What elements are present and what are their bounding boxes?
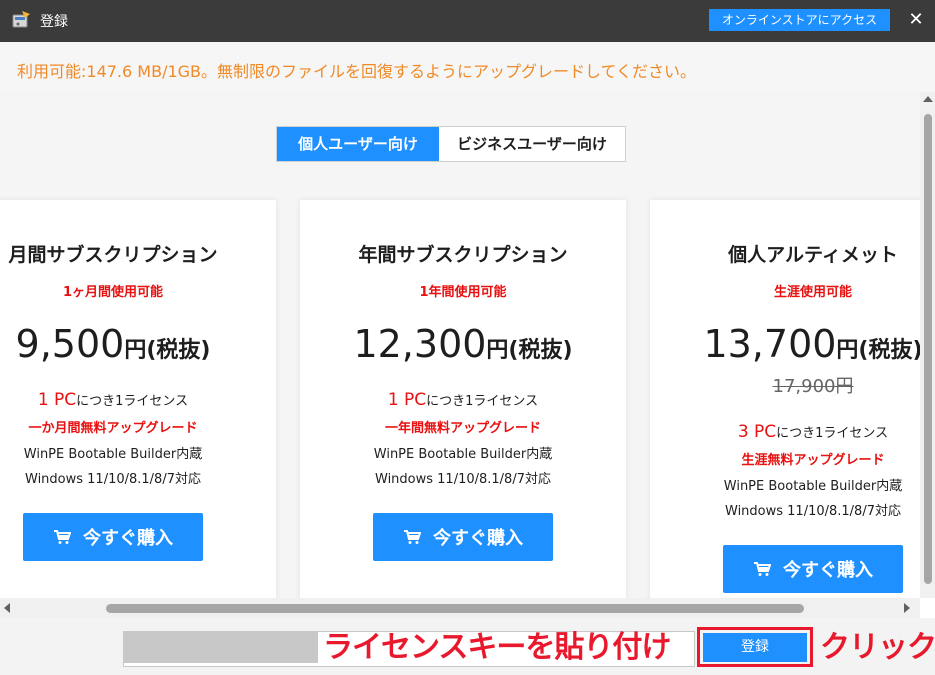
buy-button[interactable]: 今すぐ購入 bbox=[723, 545, 903, 593]
paste-key-annotation: ライセンスキーを貼り付け bbox=[323, 630, 671, 665]
plan-title: 月間サブスクリプション bbox=[8, 244, 218, 266]
horizontal-scroll-thumb[interactable] bbox=[106, 604, 804, 613]
license-line: 1 PCにつき1ライセンス bbox=[300, 390, 626, 410]
pc-count: 1 PC bbox=[37, 390, 77, 410]
app-icon bbox=[12, 11, 30, 28]
usage-notice: 利用可能:147.6 MB/1GB。無制限のファイルを回復するようにアップグレー… bbox=[17, 62, 697, 81]
buy-label: 今すぐ購入 bbox=[433, 528, 523, 549]
feature-winpe: WinPE Bootable Builder内蔵 bbox=[373, 447, 553, 462]
license-line: 1 PCにつき1ライセンス bbox=[0, 390, 276, 410]
plan-subtitle: 1年間使用可能 bbox=[419, 285, 507, 300]
register-button[interactable]: 登録 bbox=[703, 633, 807, 662]
footer-bar: ライセンスキーを貼り付け 登録 クリック bbox=[0, 618, 935, 675]
upgrade-text: 生涯無料アップグレード bbox=[741, 453, 885, 468]
plan-card-annual: 年間サブスクリプション 1年間使用可能 12,300円(税抜) 1 PCにつき1… bbox=[300, 200, 626, 598]
scroll-right-icon[interactable] bbox=[904, 603, 910, 613]
online-store-button[interactable]: オンラインストアにアクセス bbox=[709, 9, 890, 31]
feature-winpe: WinPE Bootable Builder内蔵 bbox=[23, 447, 203, 462]
plan-price: 9,500円(税抜) bbox=[0, 322, 276, 366]
price-unit: 円(税抜) bbox=[486, 338, 573, 363]
upgrade-text: 一年間無料アップグレード bbox=[384, 421, 541, 436]
license-text: につき1ライセンス bbox=[776, 426, 889, 441]
close-icon[interactable]: ✕ bbox=[906, 9, 926, 31]
plan-subtitle: 1ヶ月間使用可能 bbox=[62, 285, 164, 300]
click-annotation: クリック bbox=[820, 630, 935, 665]
price-value: 12,300 bbox=[353, 322, 487, 366]
tab-personal[interactable]: 個人ユーザー向け bbox=[277, 127, 439, 161]
scroll-up-icon[interactable] bbox=[923, 96, 933, 102]
scroll-left-icon[interactable] bbox=[4, 603, 10, 613]
notice-bar: 利用可能:147.6 MB/1GB。無制限のファイルを回復するようにアップグレー… bbox=[0, 42, 935, 92]
tab-business[interactable]: ビジネスユーザー向け bbox=[439, 127, 625, 161]
feature-windows: Windows 11/10/8.1/8/7対応 bbox=[725, 504, 901, 519]
pc-count: 1 PC bbox=[387, 390, 427, 410]
horizontal-scrollbar[interactable] bbox=[0, 598, 920, 618]
buy-button[interactable]: 今すぐ購入 bbox=[23, 513, 203, 561]
vertical-scrollbar[interactable] bbox=[920, 92, 935, 598]
original-price: 17,900円 bbox=[772, 376, 854, 397]
plans-panel: 個人ユーザー向け ビジネスユーザー向け 月間サブスクリプション 1ヶ月間使用可能… bbox=[0, 92, 920, 598]
window-title: 登録 bbox=[40, 14, 68, 30]
price-value: 9,500 bbox=[15, 322, 125, 366]
plan-price: 13,700円(税抜) bbox=[650, 322, 920, 366]
license-text: につき1ライセンス bbox=[76, 394, 189, 409]
plan-card-monthly: 月間サブスクリプション 1ヶ月間使用可能 9,500円(税抜) 1 PCにつき1… bbox=[0, 200, 276, 598]
price-value: 13,700 bbox=[703, 322, 837, 366]
license-text: につき1ライセンス bbox=[426, 394, 539, 409]
title-bar: 登録 オンラインストアにアクセス ✕ bbox=[0, 0, 935, 42]
price-unit: 円(税抜) bbox=[124, 338, 211, 363]
price-unit: 円(税抜) bbox=[836, 338, 920, 363]
feature-winpe: WinPE Bootable Builder内蔵 bbox=[723, 479, 903, 494]
feature-windows: Windows 11/10/8.1/8/7対応 bbox=[375, 472, 551, 487]
plan-title: 個人アルティメット bbox=[728, 244, 898, 266]
feature-windows: Windows 11/10/8.1/8/7対応 bbox=[25, 472, 201, 487]
buy-label: 今すぐ購入 bbox=[83, 528, 173, 549]
plan-card-ultimate: 個人アルティメット 生涯使用可能 13,700円(税抜) 17,900円 3 P… bbox=[650, 200, 920, 598]
user-type-tabs: 個人ユーザー向け ビジネスユーザー向け bbox=[276, 126, 626, 162]
plan-subtitle: 生涯使用可能 bbox=[773, 285, 852, 300]
cart-icon bbox=[404, 530, 421, 544]
pc-count: 3 PC bbox=[737, 422, 777, 442]
license-key-redacted bbox=[123, 632, 318, 663]
buy-label: 今すぐ購入 bbox=[783, 560, 873, 581]
vertical-scroll-thumb[interactable] bbox=[924, 114, 932, 584]
license-line: 3 PCにつき1ライセンス bbox=[650, 422, 920, 442]
cart-icon bbox=[54, 530, 71, 544]
plan-title: 年間サブスクリプション bbox=[358, 244, 568, 266]
buy-button[interactable]: 今すぐ購入 bbox=[373, 513, 553, 561]
cart-icon bbox=[754, 562, 771, 576]
plan-price: 12,300円(税抜) bbox=[300, 322, 626, 366]
upgrade-text: 一か月間無料アップグレード bbox=[28, 421, 198, 436]
